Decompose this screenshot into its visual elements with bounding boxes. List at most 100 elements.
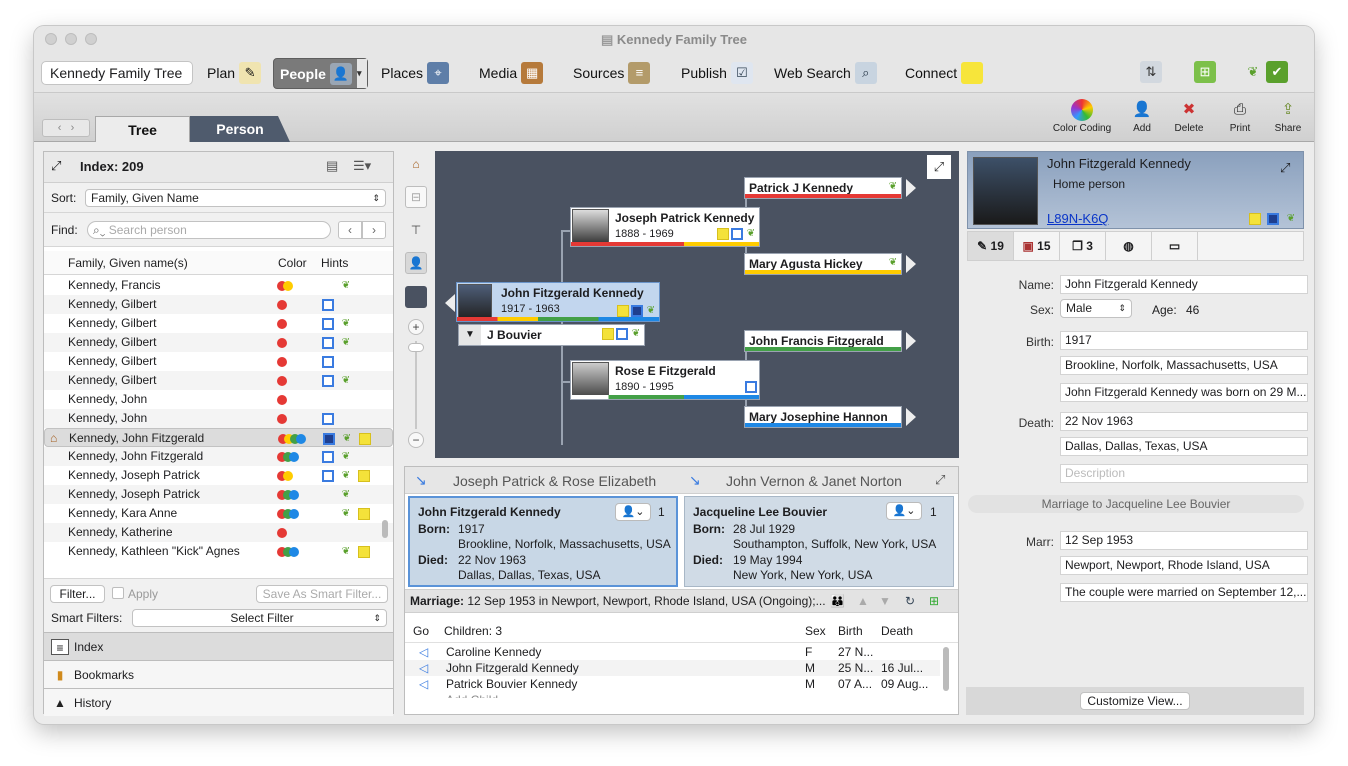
list-item[interactable]: Kennedy, Gilbert ❦ [44,314,393,333]
find-next-button[interactable]: › [362,221,386,239]
partner-card-right[interactable]: Jacqueline Lee Bouvier 👤⌄ 1 Born: 28 Jul… [684,496,954,587]
expand-icon[interactable]: ⤢ [1280,160,1290,176]
tab-web[interactable]: ◍ [1106,232,1152,260]
swap-icon[interactable]: ↻ [905,590,915,612]
col-children[interactable]: Children: 3 [444,619,502,643]
expand-parents-arrow-icon[interactable] [906,408,916,426]
fact-icon[interactable] [322,470,334,482]
marr-description-field[interactable]: The couple were married on September 12,… [1060,583,1308,602]
tree-chart-icon[interactable]: ⊞ [929,590,939,612]
family-tree-selector[interactable]: Kennedy Family Tree ⌄ [41,61,193,103]
fact-icon[interactable] [323,433,335,445]
person-box-mother[interactable]: Rose E Fitzgerald 1890 - 1995 [570,360,760,400]
save-smart-filter-button[interactable]: Save As Smart Filter... [256,585,388,603]
expand-icon[interactable]: ⤢ [51,158,61,174]
sync-status-icon[interactable]: ⇅ [1140,61,1162,83]
customize-view-button[interactable]: Customize View... [1080,692,1190,710]
hint-leaf-icon[interactable]: ❦ [340,546,352,558]
person-box-spouse[interactable]: ▼ J Bouvier ❦ [458,324,645,346]
table-row[interactable]: ◁ Patrick Bouvier Kennedy M 07 A... 09 Aug..… [405,676,940,692]
note-icon[interactable] [358,546,370,558]
tree-check-icon[interactable]: ✔ [1266,61,1288,83]
smart-filter-select[interactable]: Select Filter ⇕ [132,609,387,627]
person-box-root[interactable]: John Fitzgerald Kennedy 1917 - 1963 ❦ [456,282,660,322]
hint-leaf-icon[interactable]: ❦ [340,375,352,387]
col-go[interactable]: Go [413,619,429,643]
note-icon[interactable] [359,433,371,445]
plan-button[interactable]: Plan ✎ [207,61,262,85]
expand-parents-arrow-icon[interactable] [906,255,916,273]
note-icon[interactable] [358,470,370,482]
tab-media[interactable]: ▣ 15 [1014,232,1060,260]
list-item[interactable]: ⌂ Kennedy, John Fitzgerald ❦ [44,428,393,447]
col-birth[interactable]: Birth [838,619,863,643]
marr-place-field[interactable]: Newport, Newport, Rhode Island, USA [1060,556,1308,575]
familysearch-icon[interactable]: ⊞ [1194,61,1216,83]
sex-select[interactable]: Male ⇕ [1060,299,1132,318]
descendant-view-icon[interactable]: ⊤ [405,220,427,242]
note-icon[interactable] [358,508,370,520]
go-to-parents-icon[interactable]: ↘ [689,472,701,489]
tab-sources[interactable]: ❐ 3 [1060,232,1106,260]
tab-facts[interactable]: ✎ 19 [968,232,1014,260]
tab-notes[interactable]: ▭ [1152,232,1198,260]
go-arrow-icon[interactable]: ◁ [419,644,428,660]
find-input[interactable]: ⌕⌄ Search person [87,221,331,239]
list-item[interactable]: Kennedy, Gilbert [44,352,393,371]
move-down-icon[interactable]: ▼ [879,590,891,612]
fact-icon[interactable] [322,375,334,387]
back-arrow-icon[interactable]: ‹ [58,122,62,134]
list-item[interactable]: Kennedy, Gilbert [44,295,393,314]
fact-icon[interactable] [322,318,334,330]
people-button[interactable]: People 👤 ▾ [273,58,368,89]
move-up-icon[interactable]: ▲ [857,590,869,612]
side-tab-history[interactable]: ▲ History [44,688,393,716]
birth-date-field[interactable]: 1917 [1060,331,1308,350]
fact-icon[interactable] [322,337,334,349]
list-item[interactable]: Kennedy, Kathleen "Kick" Agnes ❦ [44,542,393,559]
partner-select[interactable]: 👤⌄ [615,503,651,521]
person-box-maternal-grandfather[interactable]: John Francis Fitzgerald [744,330,902,352]
go-arrow-icon[interactable]: ◁ [419,660,428,676]
zoom-out-icon[interactable]: − [408,432,424,448]
death-place-field[interactable]: Dallas, Dallas, Texas, USA [1060,437,1308,456]
home-icon[interactable]: ⌂ [405,154,427,176]
col-color-header[interactable]: Color [278,256,307,270]
pedigree-view-icon[interactable]: ⊟ [405,186,427,208]
hint-leaf-icon[interactable]: ❦ [340,470,352,482]
fact-icon[interactable] [322,413,334,425]
zoom-slider-knob[interactable] [408,343,424,352]
add-child-row[interactable]: Add Child [405,692,940,698]
list-item[interactable]: Kennedy, Katherine [44,523,393,542]
list-item[interactable]: Kennedy, Gilbert ❦ [44,333,393,352]
list-item[interactable]: Kennedy, Joseph Patrick ❦ [44,485,393,504]
expand-icon[interactable]: ⤢ [927,155,951,179]
find-prev-button[interactable]: ‹ [338,221,362,239]
partner-card-left[interactable]: John Fitzgerald Kennedy 👤⌄ 1 Born: 1917 … [408,496,678,587]
col-death[interactable]: Death [881,619,913,643]
side-tab-index[interactable]: ≡ Index [44,632,393,660]
filter-button[interactable]: Filter... [50,585,105,603]
tab-tree[interactable]: Tree [95,116,190,142]
index-options-icon[interactable]: ▤ [326,158,338,174]
zoom-slider[interactable] [415,341,417,429]
tab-person[interactable]: Person [190,116,290,142]
forward-arrow-icon[interactable]: › [71,122,75,134]
expand-parents-arrow-icon[interactable] [906,332,916,350]
ancestry-leaf-icon[interactable]: ❦ [1242,61,1264,83]
left-parents-link[interactable]: Joseph Patrick & Rose Elizabeth [453,473,656,489]
list-item[interactable]: Kennedy, John Fitzgerald ❦ [44,447,393,466]
hint-leaf-icon[interactable]: ❦ [340,337,352,349]
list-item[interactable]: Kennedy, Joseph Patrick ❦ [44,466,393,485]
publish-button[interactable]: Publish ☑ [681,61,753,85]
spouse-dropdown-icon[interactable]: ▼ [459,325,481,345]
fact-icon[interactable] [322,356,334,368]
go-arrow-icon[interactable]: ◁ [419,676,428,692]
sources-button[interactable]: Sources ≡ [573,61,651,85]
table-row[interactable]: ◁ John Fitzgerald Kennedy M 25 N... 16 Jul..… [405,660,940,676]
children-scrollbar[interactable] [943,647,949,691]
right-parents-link[interactable]: John Vernon & Janet Norton [726,473,902,489]
col-hints-header[interactable]: Hints [321,256,348,270]
person-box-paternal-grandmother[interactable]: Mary Agusta Hickey ❦ [744,253,902,275]
hint-leaf-icon[interactable]: ❦ [340,451,352,463]
